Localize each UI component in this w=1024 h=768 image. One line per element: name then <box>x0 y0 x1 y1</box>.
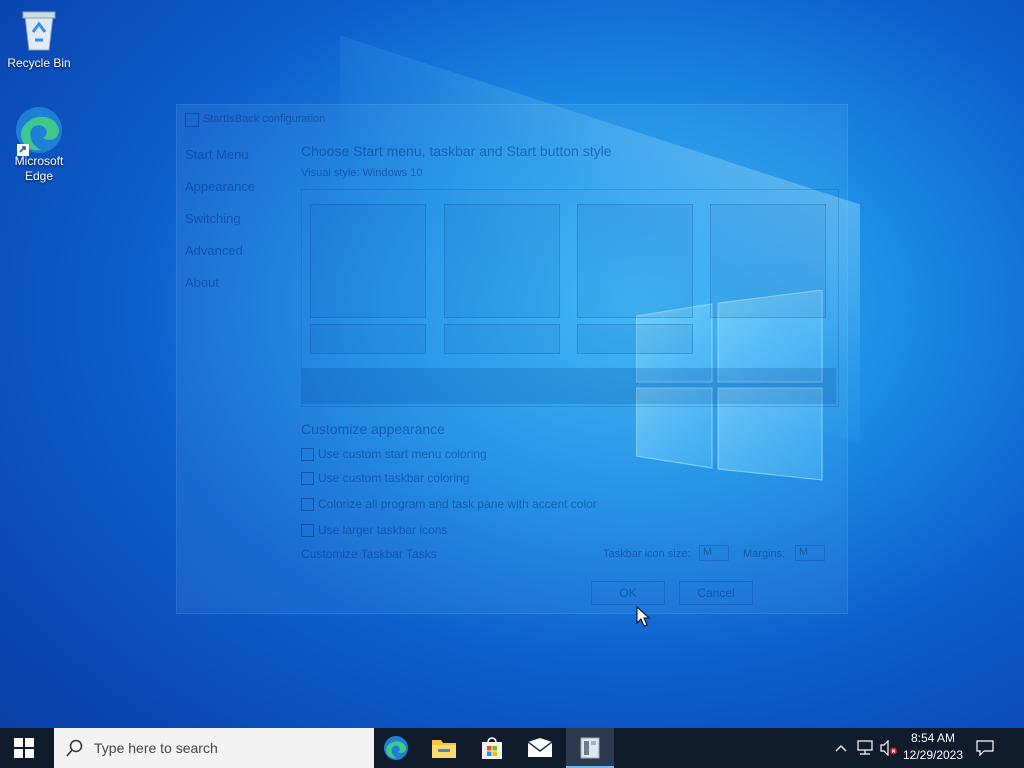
nav-item-appearance[interactable]: Appearance <box>185 179 255 194</box>
taskbar: Type here to search 8:54 AM 12/29/2023 <box>0 728 1024 768</box>
chevron-up-icon <box>835 745 847 752</box>
checkbox-label: Colorize all program and task pane with … <box>318 497 597 511</box>
checkbox-start-coloring[interactable]: Use custom start menu coloring <box>301 447 487 461</box>
dialog-heading: Choose Start menu, taskbar and Start but… <box>301 143 612 159</box>
desktop: Recycle Bin Microsoft Edge StartIsBack c… <box>0 0 1024 728</box>
action-center-icon <box>976 740 994 756</box>
customize-link[interactable]: Customize Taskbar Tasks <box>301 547 437 561</box>
edge-icon <box>384 736 408 760</box>
mail-icon <box>527 738 553 757</box>
app-icon <box>185 113 199 127</box>
desktop-icon-microsoft-edge[interactable]: Microsoft Edge <box>1 104 77 184</box>
checkbox-taskbar-coloring[interactable]: Use custom taskbar coloring <box>301 471 469 485</box>
startisback-config-icon <box>580 737 600 759</box>
customize-heading: Customize appearance <box>301 421 445 437</box>
margins-select[interactable]: M <box>795 545 825 561</box>
style-picker <box>301 189 839 407</box>
edge-icon <box>15 104 63 156</box>
recycle-bin-icon <box>15 6 63 54</box>
taskbar-clock[interactable]: 8:54 AM 12/29/2023 <box>900 730 966 764</box>
style-option[interactable] <box>710 204 826 318</box>
search-placeholder: Type here to search <box>94 740 218 756</box>
nav-item-about[interactable]: About <box>185 275 255 290</box>
startisback-config-dialog: StartIsBack configuration Start Menu App… <box>176 104 848 614</box>
network-tray-button[interactable] <box>854 728 876 768</box>
taskbar-style-option[interactable] <box>310 324 426 354</box>
icon-size-label: Taskbar icon size: <box>603 548 691 560</box>
taskbar-app-startisback-config[interactable] <box>566 728 614 768</box>
volume-tray-button[interactable] <box>878 728 900 768</box>
taskbar-search-box[interactable]: Type here to search <box>54 728 374 768</box>
style-option[interactable] <box>577 204 693 318</box>
store-icon <box>482 737 502 759</box>
mouse-cursor-icon <box>636 606 650 627</box>
search-icon <box>66 739 83 757</box>
dialog-title: StartIsBack configuration <box>203 113 326 125</box>
nav-item-advanced[interactable]: Advanced <box>185 243 255 258</box>
checkbox-label: Use custom taskbar coloring <box>318 471 470 485</box>
windows-start-icon <box>14 738 34 758</box>
file-explorer-icon <box>432 740 456 758</box>
network-icon <box>857 740 873 755</box>
taskbar-app-file-explorer[interactable] <box>420 728 468 768</box>
checkbox-label: Use custom start menu coloring <box>318 447 487 461</box>
visual-style-label: Visual style: Windows 10 <box>301 167 423 179</box>
nav-item-start-menu[interactable]: Start Menu <box>185 147 255 162</box>
ok-button[interactable]: OK <box>591 581 665 605</box>
checkbox-colorize[interactable]: Colorize all program and task pane with … <box>301 497 597 511</box>
clock-date: 12/29/2023 <box>902 748 964 762</box>
desktop-icon-label: Recycle Bin <box>7 56 71 70</box>
start-button[interactable] <box>0 728 48 768</box>
style-option[interactable] <box>310 204 426 318</box>
volume-muted-icon <box>880 740 897 756</box>
nav-item-switching[interactable]: Switching <box>185 211 255 226</box>
checkbox-larger-icons[interactable]: Use larger taskbar icons <box>301 523 447 537</box>
checkbox-label: Use larger taskbar icons <box>318 523 448 537</box>
show-hidden-icons-button[interactable] <box>832 728 850 768</box>
action-center-button[interactable] <box>972 728 998 768</box>
icon-size-select[interactable]: M <box>699 545 729 561</box>
taskbar-style-option[interactable] <box>577 324 693 354</box>
desktop-icon-label: Microsoft Edge <box>14 154 64 183</box>
taskbar-app-mail[interactable] <box>516 728 564 768</box>
style-option[interactable] <box>444 204 560 318</box>
start-button-strip <box>302 368 836 404</box>
taskbar-style-option[interactable] <box>444 324 560 354</box>
dialog-nav: Start Menu Appearance Switching Advanced… <box>185 147 255 307</box>
taskbar-app-edge[interactable] <box>372 728 420 768</box>
margins-label: Margins: <box>743 548 786 560</box>
cancel-button[interactable]: Cancel <box>679 581 753 605</box>
clock-time: 8:54 AM <box>910 731 956 745</box>
desktop-icon-recycle-bin[interactable]: Recycle Bin <box>1 6 77 71</box>
taskbar-app-store[interactable] <box>468 728 516 768</box>
